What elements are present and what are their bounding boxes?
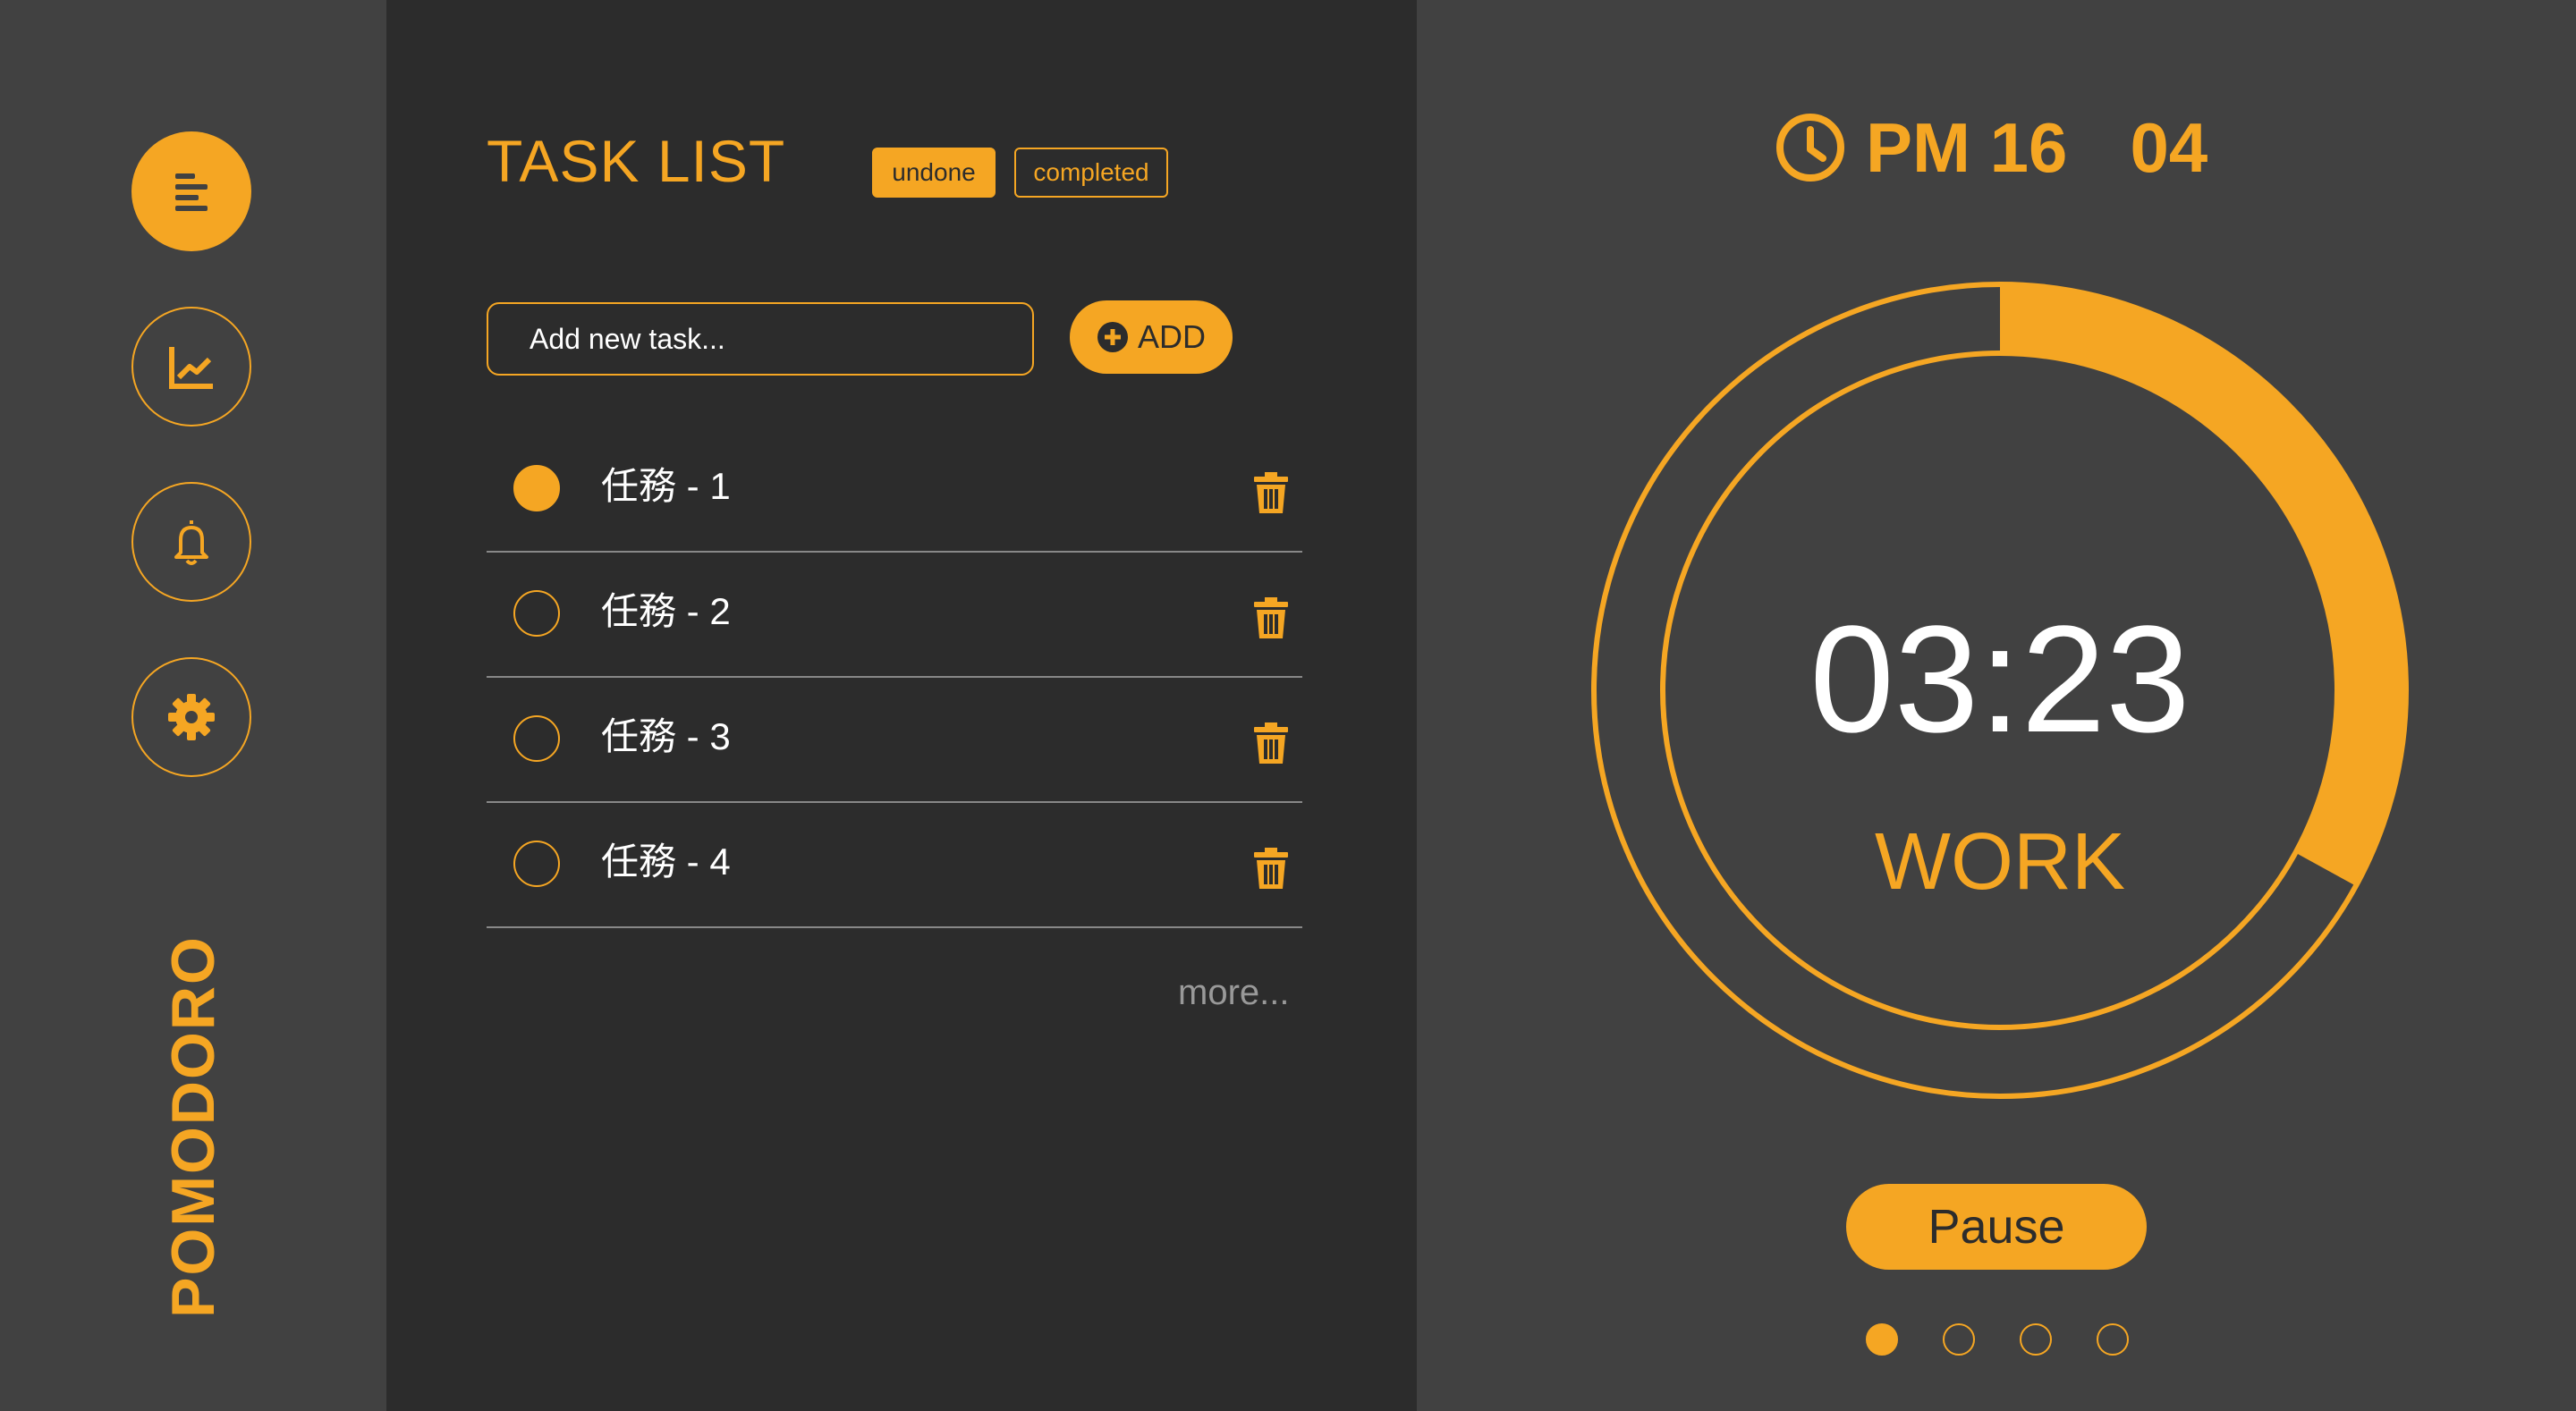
task-list-title: TASK LIST [487, 128, 786, 194]
trash-icon[interactable] [1254, 848, 1288, 889]
trash-icon[interactable] [1254, 722, 1288, 764]
sidebar: POMODORO [0, 0, 386, 1411]
page-indicator-dot[interactable] [1943, 1323, 1975, 1356]
task-checkbox[interactable] [513, 715, 560, 762]
page-indicator-dot[interactable] [2097, 1323, 2129, 1356]
new-task-input[interactable] [487, 302, 1034, 376]
page-indicator-dot[interactable] [2020, 1323, 2052, 1356]
add-task-button[interactable]: ADD [1070, 300, 1233, 374]
nav-analytics-button[interactable] [131, 307, 251, 427]
clock-minute: 04 [2130, 107, 2208, 187]
trash-icon[interactable] [1254, 472, 1288, 513]
current-time: PM 16 04 [1775, 107, 2207, 188]
clock-icon [1776, 114, 1844, 182]
timer-mode-label: WORK [1875, 817, 2125, 907]
progress-arc [2000, 284, 2406, 886]
gear-icon [168, 694, 215, 740]
bell-icon [174, 520, 208, 565]
more-tasks-link[interactable]: more... [1178, 973, 1289, 1013]
task-row: 任務 - 2 [487, 553, 1302, 678]
plus-circle-icon [1097, 322, 1128, 352]
pause-button[interactable]: Pause [1846, 1184, 2147, 1270]
timer-panel: PM 16 04 03:23 WORK Pause [1417, 0, 2576, 1411]
task-label: 任務 - 3 [601, 715, 731, 757]
list-icon [175, 173, 208, 211]
app-brand: POMODORO [159, 935, 227, 1318]
task-label: 任務 - 1 [601, 465, 731, 507]
nav-settings-button[interactable] [131, 657, 251, 777]
task-checkbox[interactable] [513, 590, 560, 637]
chart-icon [169, 347, 213, 389]
task-label: 任務 - 2 [601, 590, 731, 632]
filter-undone-button[interactable]: undone [872, 148, 996, 198]
task-panel: TASK LIST undone completed ADD 任務 - 1 任務… [386, 0, 1417, 1411]
filter-completed-button[interactable]: completed [1014, 148, 1168, 198]
nav-tasks-button[interactable] [131, 131, 251, 251]
clock-hour: PM 16 [1866, 107, 2068, 187]
task-row: 任務 - 4 [487, 803, 1302, 928]
trash-icon[interactable] [1254, 597, 1288, 638]
nav-notifications-button[interactable] [131, 482, 251, 602]
add-task-label: ADD [1137, 318, 1206, 355]
task-row: 任務 - 1 [487, 427, 1302, 553]
countdown-display: 03:23 [1809, 595, 2190, 765]
task-checkbox[interactable] [513, 465, 560, 511]
page-indicator-dot[interactable] [1866, 1323, 1898, 1356]
task-row: 任務 - 3 [487, 678, 1302, 803]
task-checkbox[interactable] [513, 841, 560, 887]
task-label: 任務 - 4 [601, 841, 731, 883]
